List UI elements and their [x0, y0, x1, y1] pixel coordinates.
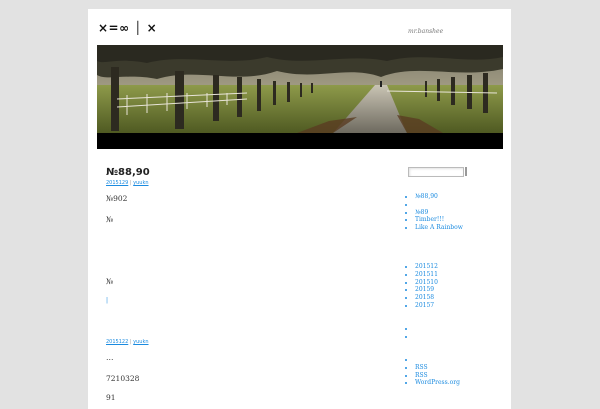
post-meta: 2015122 | yuukn [106, 339, 149, 345]
recent-post-item-link[interactable]: Timber!!! [415, 216, 444, 223]
post-author-link[interactable]: yuukn [133, 180, 148, 186]
recent-post-item-link[interactable]: №88,90 [415, 193, 438, 200]
archive-item-link[interactable]: 20159 [415, 286, 434, 293]
post-title[interactable]: №88,90 [106, 167, 150, 178]
archive-item[interactable]: 201511 [415, 271, 438, 279]
post-paragraph: … [106, 353, 114, 362]
site-description: mr.banshee [408, 28, 444, 35]
meta-list: RSSRSSWordPress.org [415, 356, 460, 387]
header-bar [97, 133, 503, 149]
archive-item-link[interactable]: 201510 [415, 279, 438, 286]
meta-item[interactable]: RSS [415, 364, 460, 372]
archive-item-link[interactable]: 201512 [415, 263, 438, 270]
header-image [97, 45, 503, 133]
post-meta: 2015129 | yuukn [106, 180, 149, 186]
archive-item[interactable]: 20157 [415, 302, 438, 310]
recent-post-item-link[interactable]: Like A Rainbow [415, 224, 463, 231]
meta-item[interactable]: RSS [415, 372, 460, 380]
meta-item-link[interactable]: RSS [415, 372, 428, 379]
post-date-link[interactable]: 2015129 [106, 180, 128, 186]
search-button[interactable] [465, 167, 467, 176]
recent-post-item[interactable]: №88,90 [415, 193, 463, 201]
post-paragraph: № [106, 277, 114, 286]
recent-post-item[interactable]: №89 [415, 209, 463, 217]
archive-item[interactable]: 20159 [415, 286, 438, 294]
post-author-link[interactable]: yuukn [133, 339, 148, 345]
post-paragraph: 7210328 [106, 374, 140, 383]
meta-item-link[interactable]: RSS [415, 364, 428, 371]
more-link[interactable]: | [106, 297, 108, 304]
meta-item-link[interactable]: WordPress.org [415, 379, 460, 386]
recent-post-item[interactable] [415, 201, 463, 209]
archives-list: 201512201511201510201592015820157 [415, 263, 438, 310]
archive-item-link[interactable]: 20158 [415, 294, 434, 301]
page-container: ×=∞ │ × mr.banshee №88,90 2015129 | yuuk… [88, 9, 511, 409]
recent-post-item[interactable]: Like A Rainbow [415, 224, 463, 232]
archive-item[interactable]: 201512 [415, 263, 438, 271]
site-title[interactable]: ×=∞ │ × [98, 21, 157, 35]
recent-posts-list: №88,90 №89Timber!!!Like A Rainbow [415, 193, 463, 232]
recent-post-item[interactable]: Timber!!! [415, 216, 463, 224]
post-paragraph: 91 [106, 393, 116, 402]
post-paragraph: №902 [106, 194, 128, 203]
meta-item[interactable] [415, 356, 460, 364]
archive-item[interactable]: 201510 [415, 279, 438, 287]
post-paragraph: № [106, 215, 114, 224]
meta-item[interactable]: WordPress.org [415, 379, 460, 387]
archive-item[interactable]: 20158 [415, 294, 438, 302]
recent-post-item-link[interactable]: №89 [415, 209, 428, 216]
archive-item-link[interactable]: 20157 [415, 302, 434, 309]
archive-item-link[interactable]: 201511 [415, 271, 438, 278]
post-date-link[interactable]: 2015122 [106, 339, 128, 345]
search-input[interactable] [408, 167, 464, 177]
